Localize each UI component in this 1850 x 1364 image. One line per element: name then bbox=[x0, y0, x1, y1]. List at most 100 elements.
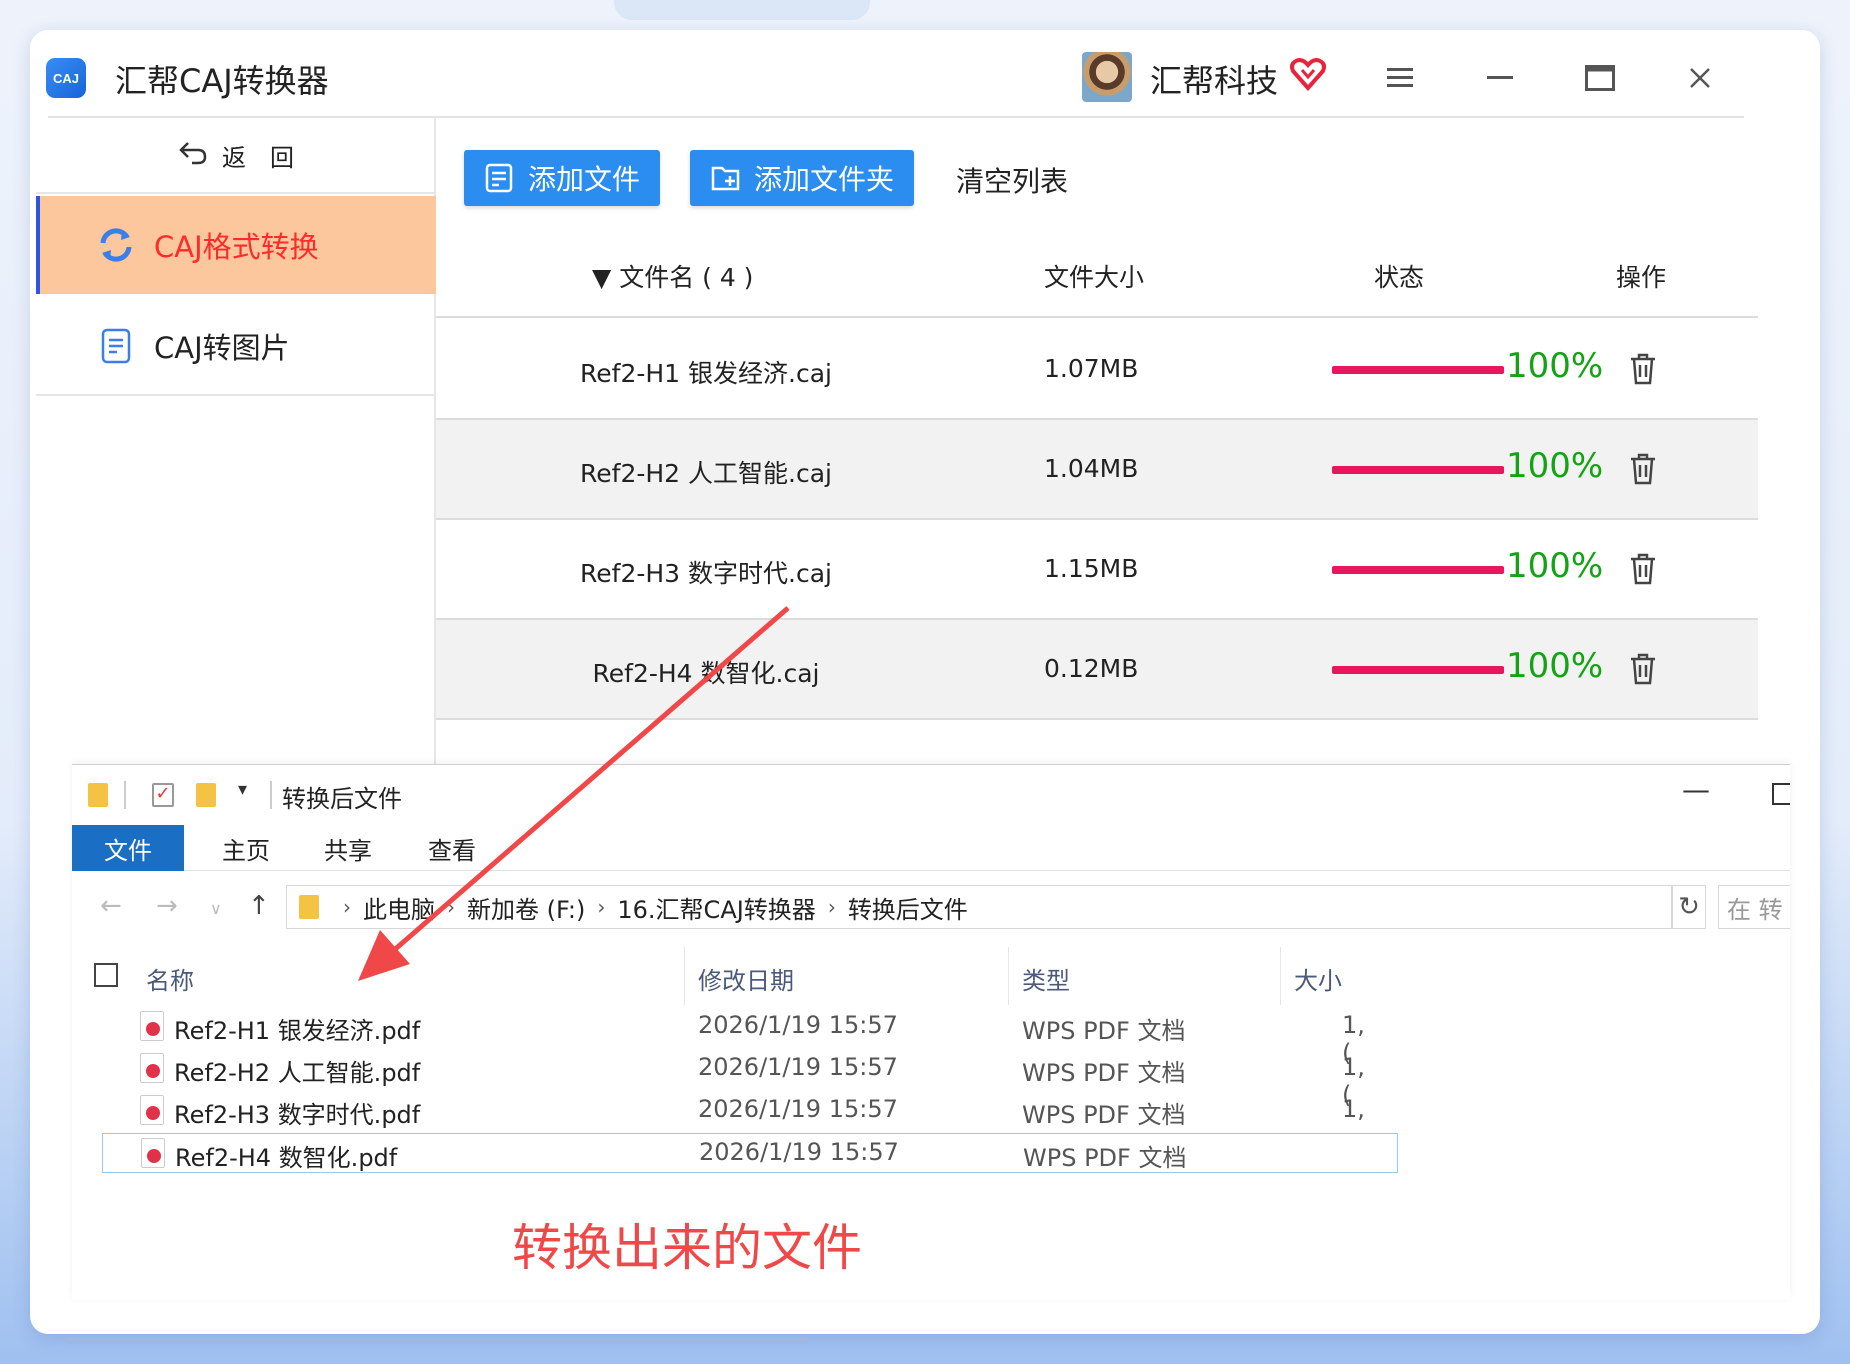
column-divider[interactable] bbox=[1008, 947, 1009, 1005]
column-filename[interactable]: ▼ 文件名 ( 4 ) bbox=[592, 258, 753, 294]
chevron-right-icon: › bbox=[827, 895, 836, 919]
column-status: 状态 bbox=[1374, 263, 1425, 292]
address-bar[interactable]: › 此电脑 › 新加卷 (F:) › 16.汇帮CAJ转换器 › 转换后文件 ∨ bbox=[286, 885, 1672, 929]
trash-icon[interactable] bbox=[1628, 352, 1658, 386]
address-row: ← → ∨ ↑ › 此电脑 › 新加卷 (F:) › 16.汇帮CAJ转换器 ›… bbox=[72, 885, 1790, 931]
back-label: 返 回 bbox=[222, 143, 294, 172]
clear-list-button[interactable]: 清空列表 bbox=[956, 160, 1068, 200]
breadcrumb-item[interactable]: 转换后文件 bbox=[848, 890, 968, 925]
app-title: 汇帮CAJ转换器 bbox=[115, 62, 329, 100]
file-date: 2026/1/19 15:57 bbox=[698, 1011, 898, 1039]
file-explorer-window: ✓ ▾ 转换后文件 — 文件 主页 共享 查看 ← → ∨ ↑ › 此电脑 › … bbox=[72, 764, 1790, 1300]
progress-bar bbox=[1332, 366, 1504, 374]
column-divider[interactable] bbox=[1280, 947, 1281, 1005]
explorer-minimize-icon[interactable]: — bbox=[1682, 773, 1710, 806]
file-row[interactable]: Ref2-H2 人工智能.pdf 2026/1/19 15:57 WPS PDF… bbox=[102, 1049, 1398, 1109]
add-folder-label: 添加文件夹 bbox=[754, 163, 895, 196]
folder-icon bbox=[299, 895, 319, 919]
quick-access-toolbar: ✓ ▾ 转换后文件 — bbox=[72, 765, 1790, 821]
user-avatar[interactable] bbox=[1082, 52, 1132, 102]
row-filename: Ref2-H4 数智化.caj bbox=[592, 659, 820, 688]
properties-check-icon[interactable]: ✓ bbox=[152, 783, 174, 807]
menu-icon[interactable] bbox=[1378, 58, 1422, 98]
tab-view[interactable]: 查看 bbox=[404, 825, 500, 871]
recent-locations-icon[interactable]: ∨ bbox=[210, 899, 222, 918]
chevron-right-icon: › bbox=[343, 895, 351, 919]
file-row[interactable]: Ref2-H1 银发经济.pdf 2026/1/19 15:57 WPS PDF… bbox=[102, 1007, 1398, 1067]
column-name[interactable]: 名称 bbox=[146, 961, 194, 996]
breadcrumb-item[interactable]: 新加卷 (F:) bbox=[467, 890, 585, 925]
ribbon-tabs: 文件 主页 共享 查看 bbox=[72, 825, 1790, 871]
file-name: Ref2-H1 银发经济.pdf bbox=[174, 1017, 421, 1045]
row-filename: Ref2-H3 数字时代.caj bbox=[580, 559, 832, 588]
add-file-label: 添加文件 bbox=[528, 163, 641, 196]
file-date: 2026/1/19 15:57 bbox=[698, 1095, 898, 1123]
maximize-icon[interactable] bbox=[1578, 58, 1622, 98]
file-type: WPS PDF 文档 bbox=[1022, 1101, 1186, 1129]
minimize-icon[interactable] bbox=[1478, 58, 1522, 98]
back-arrow-icon[interactable]: ← bbox=[100, 891, 122, 921]
back-arrow-icon bbox=[178, 138, 208, 173]
explorer-column-header: 名称 修改日期 类型 大小 bbox=[72, 941, 1790, 1005]
trash-icon[interactable] bbox=[1628, 652, 1658, 686]
annotation-text: 转换出来的文件 bbox=[512, 1219, 862, 1277]
document-icon bbox=[96, 326, 136, 366]
bottom-scroll-indicator bbox=[66, 1338, 810, 1344]
row-filename: Ref2-H1 银发经济.caj bbox=[580, 359, 832, 388]
row-filesize: 1.04MB bbox=[1044, 454, 1139, 483]
file-name: Ref2-H4 数智化.pdf bbox=[175, 1144, 398, 1172]
forward-arrow-icon[interactable]: → bbox=[156, 891, 178, 921]
file-type: WPS PDF 文档 bbox=[1022, 1017, 1186, 1045]
pdf-file-icon bbox=[140, 1095, 164, 1125]
row-filesize: 0.12MB bbox=[1044, 654, 1139, 683]
search-input[interactable]: 在 转 bbox=[1718, 885, 1790, 929]
progress-bar bbox=[1332, 466, 1504, 474]
file-row-selected[interactable]: Ref2-H4 数智化.pdf 2026/1/19 15:57 WPS PDF … bbox=[102, 1133, 1398, 1173]
file-date: 2026/1/19 15:57 bbox=[698, 1053, 898, 1081]
tab-file[interactable]: 文件 bbox=[72, 825, 184, 871]
toolbar-divider bbox=[270, 781, 272, 809]
explorer-title: 转换后文件 bbox=[282, 785, 402, 813]
trash-icon[interactable] bbox=[1628, 552, 1658, 586]
folder-icon bbox=[88, 783, 108, 807]
vip-heart-icon[interactable] bbox=[1288, 54, 1328, 94]
file-type: WPS PDF 文档 bbox=[1023, 1144, 1187, 1172]
sidebar-item-label: CAJ格式转换 bbox=[154, 230, 319, 264]
add-folder-button[interactable]: 添加文件夹 bbox=[690, 150, 914, 206]
trash-icon[interactable] bbox=[1628, 452, 1658, 486]
table-row: Ref2-H3 数字时代.caj 1.15MB 100% bbox=[436, 520, 1758, 620]
back-button[interactable]: 返 回 bbox=[36, 118, 436, 194]
table-row: Ref2-H1 银发经济.caj 1.07MB 100% bbox=[436, 320, 1758, 420]
refresh-convert-icon bbox=[96, 225, 136, 265]
sort-down-icon: ▼ bbox=[592, 263, 620, 292]
refresh-icon[interactable]: ↻ bbox=[1672, 885, 1706, 929]
app-logo-icon: CAJ bbox=[46, 58, 86, 98]
file-date: 2026/1/19 15:57 bbox=[699, 1138, 899, 1166]
column-type[interactable]: 类型 bbox=[1022, 961, 1070, 996]
explorer-maximize-icon[interactable] bbox=[1772, 783, 1790, 805]
column-divider[interactable] bbox=[684, 947, 685, 1005]
add-file-icon bbox=[485, 163, 513, 193]
close-icon[interactable] bbox=[1678, 58, 1722, 98]
column-date[interactable]: 修改日期 bbox=[698, 961, 794, 996]
breadcrumb-item[interactable]: 16.汇帮CAJ转换器 bbox=[617, 890, 815, 925]
sidebar-item-caj-convert[interactable]: CAJ格式转换 bbox=[36, 196, 436, 294]
tab-share[interactable]: 共享 bbox=[300, 825, 396, 871]
select-all-checkbox[interactable] bbox=[94, 963, 118, 987]
file-table-header: ▼ 文件名 ( 4 ) 文件大小 状态 操作 bbox=[436, 232, 1758, 318]
user-name[interactable]: 汇帮科技 bbox=[1150, 56, 1278, 102]
breadcrumb-item[interactable]: 此电脑 bbox=[363, 890, 435, 925]
chevron-right-icon: › bbox=[447, 895, 455, 919]
new-folder-icon[interactable] bbox=[196, 783, 216, 807]
tab-home[interactable]: 主页 bbox=[198, 825, 294, 871]
column-operation: 操作 bbox=[1616, 263, 1667, 292]
add-file-button[interactable]: 添加文件 bbox=[464, 150, 660, 206]
column-filesize: 文件大小 bbox=[1044, 263, 1145, 292]
file-row[interactable]: Ref2-H3 数字时代.pdf 2026/1/19 15:57 WPS PDF… bbox=[102, 1091, 1398, 1131]
up-arrow-icon[interactable]: ↑ bbox=[248, 891, 270, 921]
pdf-file-icon bbox=[140, 1053, 164, 1083]
customize-dropdown-icon[interactable]: ▾ bbox=[238, 779, 247, 800]
column-size[interactable]: 大小 bbox=[1294, 961, 1342, 996]
progress-bar bbox=[1332, 566, 1504, 574]
sidebar-item-caj-to-image[interactable]: CAJ转图片 bbox=[36, 298, 436, 396]
